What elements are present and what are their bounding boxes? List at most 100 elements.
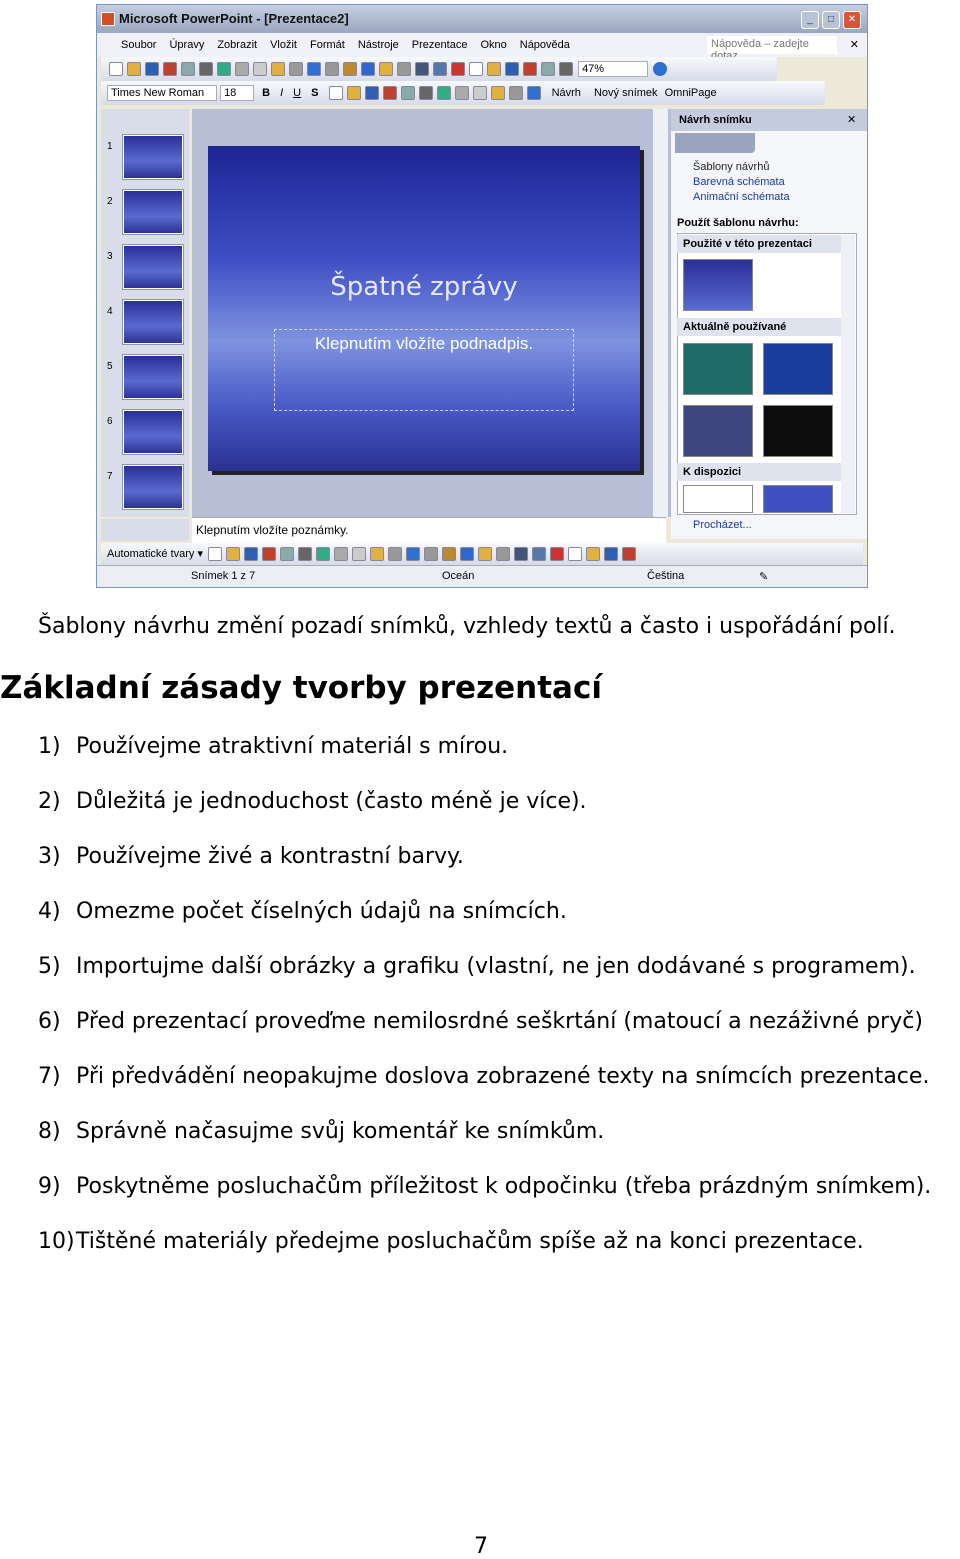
toolbar-button-icon[interactable]: [454, 86, 469, 100]
task-link[interactable]: Barevná schémata: [693, 176, 785, 188]
toolbar-button-icon[interactable]: [289, 62, 303, 76]
slide-subtitle-placeholder[interactable]: Klepnutím vložíte podnadpis.: [274, 329, 574, 411]
toolbar-button-icon[interactable]: [109, 62, 123, 76]
toolbar-button-icon[interactable]: [490, 86, 505, 100]
toolbar-button-icon[interactable]: [424, 547, 439, 562]
toolbar-button-icon[interactable]: [244, 547, 259, 562]
notes-pane[interactable]: Klepnutím vložíte poznámky.: [192, 517, 666, 543]
toolbar-button-icon[interactable]: [361, 62, 375, 76]
minimize-button[interactable]: _: [801, 11, 819, 29]
toolbar-button-icon[interactable]: [325, 62, 339, 76]
toolbar-button-icon[interactable]: [307, 62, 321, 76]
slide-thumbnail[interactable]: [122, 354, 184, 400]
toolbar-button-icon[interactable]: [532, 547, 547, 562]
help-icon[interactable]: [653, 62, 668, 76]
toolbar-button-icon[interactable]: [550, 547, 565, 562]
toolbar-button-icon[interactable]: [334, 547, 349, 562]
toolbar-button-icon[interactable]: [508, 86, 523, 100]
toolbar-button-icon[interactable]: [298, 547, 313, 562]
menu-item[interactable]: Vložit: [270, 39, 297, 51]
help-search-input[interactable]: Nápověda – zadejte dotaz: [707, 36, 837, 62]
toolbar-button-icon[interactable]: [487, 62, 501, 76]
template-thumbnail[interactable]: [683, 405, 753, 457]
task-link[interactable]: Animační schémata: [693, 191, 790, 203]
toolbar-button-icon[interactable]: [586, 547, 601, 562]
menu-item[interactable]: Okno: [480, 39, 506, 51]
toolbar-button-icon[interactable]: [328, 86, 343, 100]
maximize-button[interactable]: □: [822, 11, 840, 29]
toolbar-button-icon[interactable]: [418, 86, 433, 100]
toolbar-button-icon[interactable]: [523, 62, 537, 76]
task-pane-nav[interactable]: [675, 133, 755, 153]
toolbar-button-icon[interactable]: [604, 547, 619, 562]
toolbar-button-icon[interactable]: [433, 62, 447, 76]
toolbar-button-icon[interactable]: [400, 86, 415, 100]
vertical-scrollbar[interactable]: [653, 109, 668, 517]
toolbar-button-icon[interactable]: [622, 547, 637, 562]
slide-thumbnail[interactable]: [122, 464, 184, 510]
shadow-button[interactable]: S: [311, 87, 318, 99]
menu-item[interactable]: Soubor: [121, 39, 156, 51]
bold-button[interactable]: B: [262, 87, 270, 99]
template-thumbnail[interactable]: [763, 485, 833, 513]
toolbar-button-icon[interactable]: [472, 86, 487, 100]
toolbar-button-icon[interactable]: [469, 62, 483, 76]
toolbar-button-icon[interactable]: [364, 86, 379, 100]
toolbar-button-icon[interactable]: [181, 62, 195, 76]
slide-thumbnail[interactable]: [122, 409, 184, 455]
slide-title[interactable]: Špatné zprávy: [208, 272, 640, 302]
toolbar-button-icon[interactable]: [145, 62, 159, 76]
menu-item[interactable]: Nástroje: [358, 39, 399, 51]
font-size-select[interactable]: 18: [220, 85, 255, 101]
toolbar-button-icon[interactable]: [271, 62, 285, 76]
slide-canvas[interactable]: Špatné zprávy Klepnutím vložíte podnadpi…: [208, 146, 640, 471]
toolbar-button-icon[interactable]: [127, 62, 141, 76]
toolbar-button-icon[interactable]: [415, 62, 429, 76]
toolbar-button-icon[interactable]: [253, 62, 267, 76]
design-button[interactable]: Návrh: [552, 87, 581, 99]
toolbar-button-icon[interactable]: [199, 62, 213, 76]
toolbar-button-icon[interactable]: [217, 62, 231, 76]
menu-item[interactable]: Nápověda: [520, 39, 570, 51]
toolbar-button-icon[interactable]: [388, 547, 403, 562]
template-thumbnail[interactable]: [763, 405, 833, 457]
template-scrollbar[interactable]: [841, 235, 855, 513]
toolbar-button-icon[interactable]: [505, 62, 519, 76]
toolbar-button-icon[interactable]: [397, 62, 411, 76]
view-buttons[interactable]: [101, 519, 189, 541]
underline-button[interactable]: U: [293, 87, 301, 99]
toolbar-button-icon[interactable]: [451, 62, 465, 76]
slide-thumbnail[interactable]: [122, 134, 184, 180]
toolbar-button-icon[interactable]: [460, 547, 475, 562]
toolbar-button-icon[interactable]: [436, 86, 451, 100]
toolbar-button-icon[interactable]: [280, 547, 295, 562]
task-pane-close-icon[interactable]: ✕: [847, 113, 856, 126]
slide-thumbnail[interactable]: [122, 244, 184, 290]
toolbar-button-icon[interactable]: [346, 86, 361, 100]
zoom-select[interactable]: 47%: [578, 61, 649, 77]
toolbar-button-icon[interactable]: [568, 547, 583, 562]
new-slide-button[interactable]: Nový snímek: [594, 87, 658, 99]
template-thumbnail[interactable]: [763, 343, 833, 395]
toolbar-button-icon[interactable]: [316, 547, 331, 562]
menu-item[interactable]: Prezentace: [412, 39, 468, 51]
slide-thumbnail[interactable]: [122, 299, 184, 345]
toolbar-button-icon[interactable]: [496, 547, 511, 562]
template-thumbnail[interactable]: [683, 343, 753, 395]
template-thumbnail[interactable]: [683, 259, 753, 311]
omnipage-button[interactable]: OmniPage: [665, 87, 717, 99]
toolbar-button-icon[interactable]: [382, 86, 397, 100]
toolbar-button-icon[interactable]: [262, 547, 277, 562]
menu-item[interactable]: Úpravy: [169, 39, 204, 51]
toolbar-button-icon[interactable]: [526, 86, 541, 100]
menu-item[interactable]: Formát: [310, 39, 345, 51]
menu-item[interactable]: Zobrazit: [217, 39, 257, 51]
toolbar-button-icon[interactable]: [235, 62, 249, 76]
toolbar-button-icon[interactable]: [208, 547, 223, 562]
template-thumbnail[interactable]: [683, 485, 753, 513]
task-link[interactable]: Šablony návrhů: [693, 161, 769, 173]
close-button[interactable]: ✕: [843, 11, 861, 29]
slide-thumbnail[interactable]: [122, 189, 184, 235]
toolbar-button-icon[interactable]: [406, 547, 421, 562]
toolbar-button-icon[interactable]: [541, 62, 555, 76]
